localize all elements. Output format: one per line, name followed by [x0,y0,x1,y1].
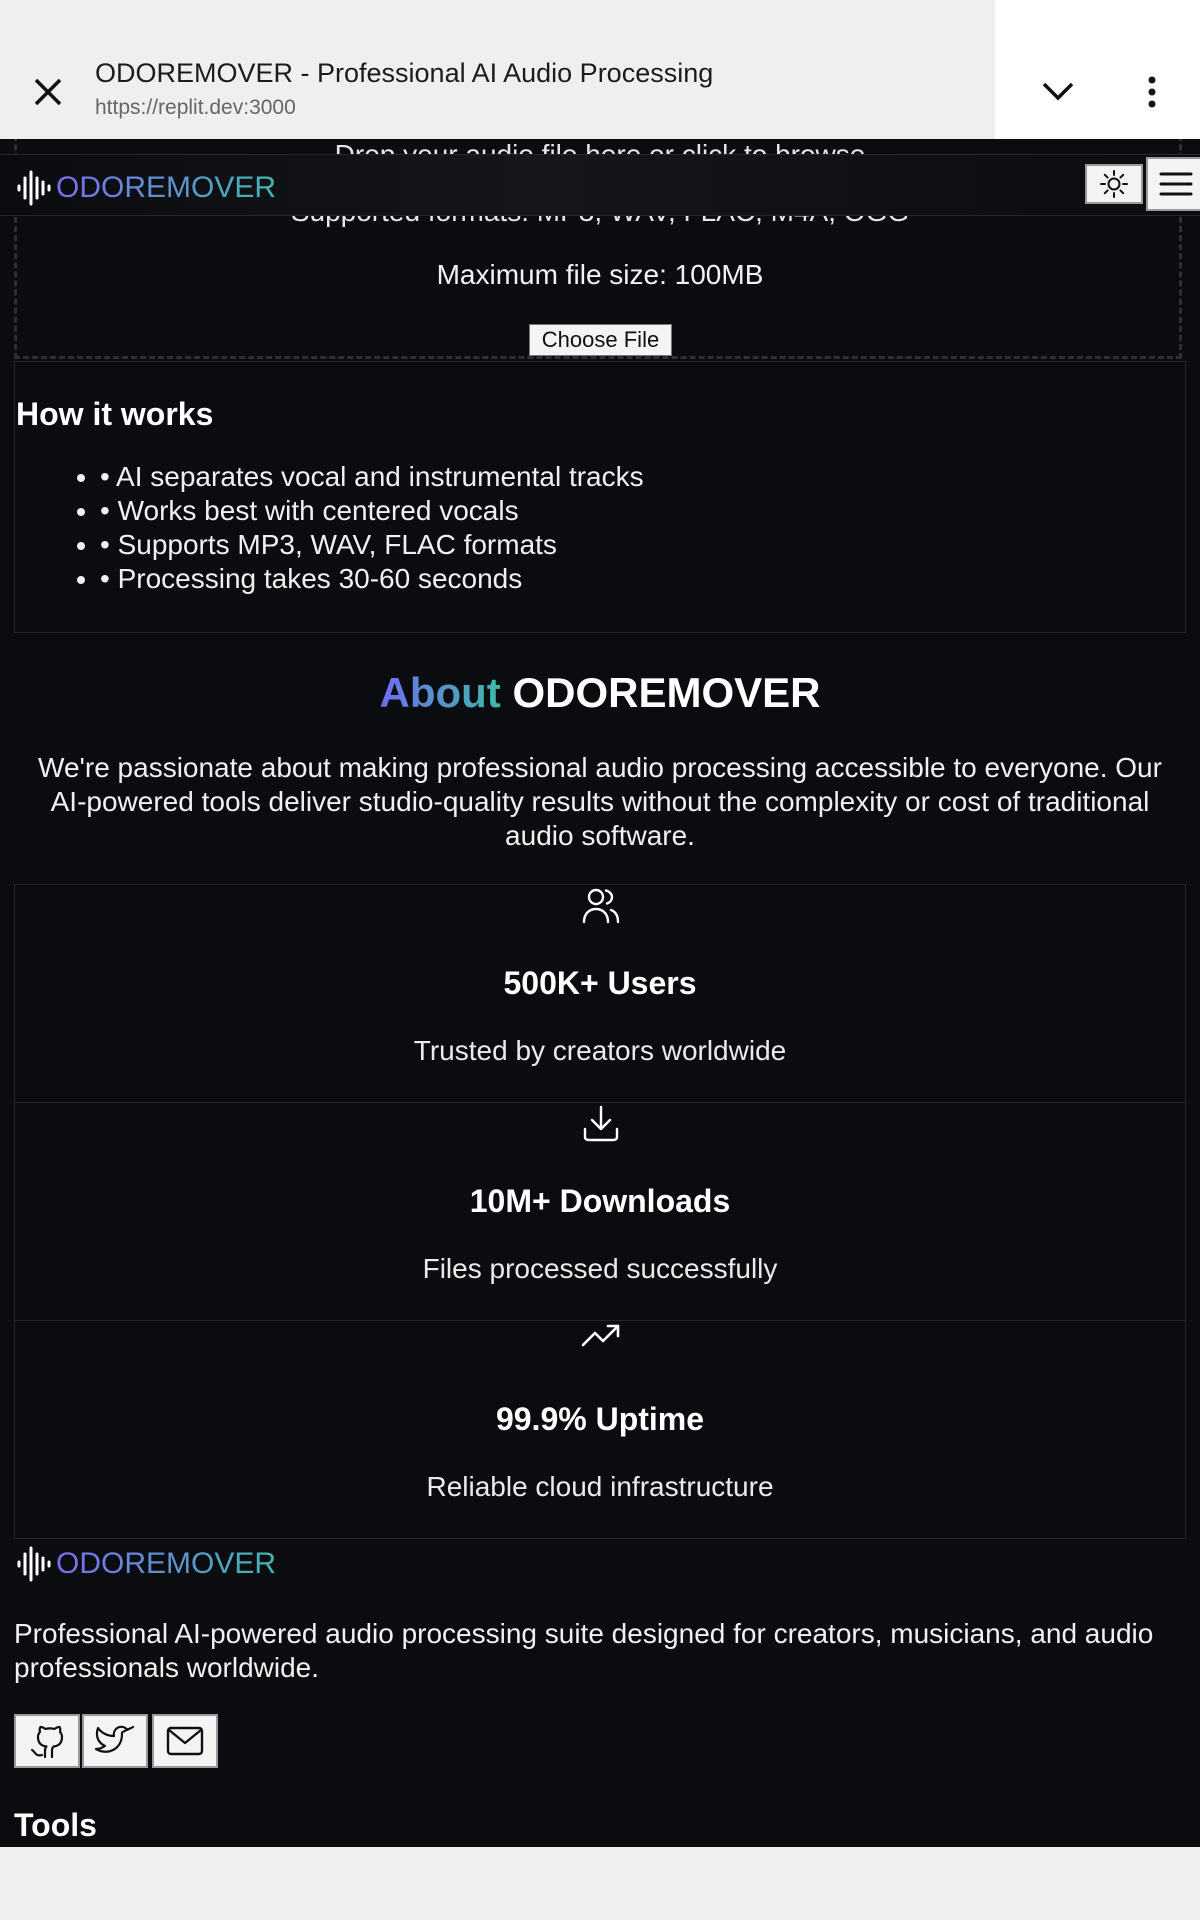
list-item: • Works best with centered vocals [100,494,644,528]
twitter-button[interactable] [82,1714,148,1768]
hamburger-icon [1159,172,1193,196]
navbar: ODOREMOVER [0,154,1200,216]
about-description: We're passionate about making profession… [38,752,1162,851]
theme-toggle-button[interactable] [1085,164,1143,204]
waveform-icon [17,1546,51,1582]
logo[interactable]: ODOREMOVER [16,168,276,208]
footer-logo[interactable]: ODOREMOVER [16,1544,276,1584]
download-icon [583,1105,619,1142]
about-heading-brand: ODOREMOVER [512,669,821,716]
list-item: • Supports MP3, WAV, FLAC formats [100,528,644,562]
waveform-icon [17,170,51,206]
logo-text: ODOREMOVER [56,171,277,204]
about-heading: About ODOREMOVER [0,669,1200,717]
more-options-icon[interactable] [1140,74,1164,110]
web-page: Drop your audio file here or click to br… [0,139,1200,1847]
mail-icon [166,1726,204,1756]
close-icon[interactable] [30,74,66,110]
users-icon [582,888,620,924]
browser-bottom-bar [0,1847,1200,1920]
menu-button[interactable] [1146,157,1200,211]
twitter-icon [95,1725,135,1753]
max-file-size: Maximum file size: 100MB [436,259,764,290]
about-heading-accent: About [379,669,501,716]
stat-subtitle: Files processed successfully [422,1253,778,1284]
stat-card-downloads: 10M+ Downloads Files processed successfu… [14,1102,1186,1321]
list-item: • Processing takes 30-60 seconds [100,562,644,596]
list-item: • AI separates vocal and instrumental tr… [100,460,644,494]
chevron-down-icon[interactable] [1040,78,1076,104]
how-it-works-list: • AI separates vocal and instrumental tr… [70,460,644,596]
footer-description: Professional AI-powered audio processing… [14,1618,1154,1683]
browser-toolbar: ODOREMOVER - Professional AI Audio Proce… [0,0,1200,139]
logo-text: ODOREMOVER [56,1547,277,1580]
stat-subtitle: Reliable cloud infrastructure [426,1471,774,1502]
sun-icon [1100,170,1128,198]
trending-up-icon [581,1324,620,1347]
page-title: ODOREMOVER - Professional AI Audio Proce… [95,58,714,88]
stat-title: 500K+ Users [503,965,697,1001]
how-it-works-card: How it works • AI separates vocal and in… [14,361,1186,633]
github-icon [30,1725,64,1759]
footer-tools-heading: Tools [14,1807,97,1843]
stat-title: 10M+ Downloads [469,1183,731,1219]
page-url[interactable]: https://replit.dev:3000 [95,96,296,120]
how-it-works-title: How it works [16,396,214,432]
stat-subtitle: Trusted by creators worldwide [413,1035,787,1066]
stat-card-uptime: 99.9% Uptime Reliable cloud infrastructu… [14,1320,1186,1539]
choose-file-button[interactable]: Choose File [529,324,672,356]
github-button[interactable] [14,1714,80,1768]
stat-title: 99.9% Uptime [495,1401,705,1437]
stat-card-users: 500K+ Users Trusted by creators worldwid… [14,884,1186,1103]
toolbar-actions-area [995,0,1200,139]
email-button[interactable] [152,1714,218,1768]
